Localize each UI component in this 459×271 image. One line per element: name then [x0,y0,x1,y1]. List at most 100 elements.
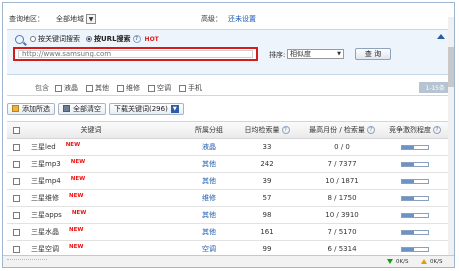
clear-all-button[interactable]: 全部清空 [58,102,106,115]
mode-keyword-option[interactable]: 按关键词搜索 [30,34,80,44]
avg-cell: 161 [260,228,274,236]
row-checkbox[interactable] [13,211,20,219]
keyword-tool-window: 查询地区： 全部地域 ▼ 高级： 还未设置 按关键词搜索 按URL搜索 ? HO… [2,2,455,268]
select-all-checkbox[interactable] [13,126,20,134]
group-link[interactable]: 其他 [202,176,216,186]
status-grip [7,259,47,264]
region-select[interactable]: 全部地域 ▼ [56,14,96,24]
help-icon[interactable]: ? [132,35,141,43]
avg-cell: 57 [262,194,272,202]
query-button[interactable]: 查 询 [355,48,391,60]
keyword-text: 三星led [31,143,56,151]
max-cell: 7 / 7377 [327,160,357,168]
download-label: 下载关键词(296) [114,104,168,113]
new-badge: NEW [69,227,84,233]
sort-select[interactable]: 相似度 ▼ [287,49,344,59]
group-cell: 其他 [179,173,239,189]
table-header: 关键词 所属分组 日均检索量? 最高月份 / 检索量? 竞争激烈程度? [7,121,453,139]
row-checkbox[interactable] [13,177,20,185]
checkbox[interactable] [179,84,186,92]
filter-option-label: 液晶 [64,84,78,92]
group-link[interactable]: 其他 [202,227,216,237]
table-row[interactable]: 三星apps NEW 其他 98 10 / 3910 [7,207,453,224]
competition-bar [401,178,429,184]
mode-url-option[interactable]: 按URL搜索 ? HOT [86,34,159,44]
table-row[interactable]: 三星led NEW 液晶 33 0 / 0 [7,139,453,156]
search-icon [15,34,24,44]
region-value: 全部地域 [56,15,84,23]
add-folder-icon [12,105,19,112]
filter-option-label: 空调 [157,84,171,92]
row-check-cell [13,139,23,155]
row-check-cell [13,156,23,172]
filter-option[interactable]: 其他 [86,83,109,93]
add-selected-button[interactable]: 添加所选 [7,102,55,115]
advanced-link[interactable]: 还未设置 [228,14,256,24]
table-row[interactable]: 三星mp3 NEW 其他 242 7 / 7377 [7,156,453,173]
clear-icon [63,105,70,112]
scroll-thumb[interactable] [448,47,454,87]
chevron-down-icon[interactable]: ▼ [170,104,179,113]
include-label: 包含 [35,84,49,92]
download-arrow-icon [387,259,393,264]
include-filter-row: 包含 液晶 其他 维修 空调 手机 1-15条 [7,81,453,96]
group-link[interactable]: 液晶 [202,142,216,152]
radio-keyword[interactable] [30,36,36,42]
competition-cell [377,190,453,206]
chevron-down-icon[interactable]: ▼ [86,14,96,24]
checkbox[interactable] [86,84,93,92]
url-input-highlight [13,47,258,61]
table-body: 三星led NEW 液晶 33 0 / 0 三星mp3 NEW 其他 242 7 / 7377 三星… [7,139,453,267]
radio-url[interactable] [86,36,92,42]
mode-keyword-label: 按关键词搜索 [38,35,80,43]
competition-fill [402,247,414,251]
row-checkbox[interactable] [13,245,20,253]
help-icon[interactable]: ? [366,126,375,134]
group-link[interactable]: 维修 [202,193,216,203]
new-badge: NEW [69,244,84,250]
competition-cell [377,207,453,223]
max-cell: 7 / 5170 [327,228,357,236]
help-icon[interactable]: ? [433,126,441,134]
keyword-table: 关键词 所属分组 日均检索量? 最高月份 / 检索量? 竞争激烈程度? 三星le… [7,121,453,267]
checkbox[interactable] [117,84,124,92]
row-checkbox[interactable] [13,194,20,202]
competition-bar [401,195,429,201]
pager-badge: 1-15条 [419,82,451,93]
filter-option[interactable]: 手机 [179,83,202,93]
keyword-cell: 三星apps NEW [31,207,181,223]
competition-fill [402,162,414,166]
download-speed: 0K/S [387,258,408,265]
group-link[interactable]: 其他 [202,210,216,220]
download-keywords-button[interactable]: 下载关键词(296) ▼ [109,102,184,115]
row-checkbox[interactable] [13,228,20,236]
table-row[interactable]: 三星mp4 NEW 其他 39 10 / 1871 [7,173,453,190]
filter-option[interactable]: 维修 [117,83,140,93]
group-link[interactable]: 其他 [202,159,216,169]
checkbox[interactable] [148,84,155,92]
header-group: 所属分组 [195,126,223,134]
row-checkbox[interactable] [13,143,20,151]
search-panel: 按关键词搜索 按URL搜索 ? HOT 排序: 相似度 ▼ 查 询 [7,29,453,75]
row-checkbox[interactable] [13,160,20,168]
header-max-label: 最高月份 / 检索量 [309,126,365,134]
table-row[interactable]: 三星水晶 NEW 其他 161 7 / 5170 [7,224,453,241]
max-cell: 10 / 1871 [325,177,359,185]
collapse-triangle-icon[interactable] [437,34,445,39]
row-check-cell [13,224,23,240]
group-cell: 其他 [179,207,239,223]
competition-cell [377,156,453,172]
group-link[interactable]: 空调 [202,244,216,254]
filter-option[interactable]: 空调 [148,83,171,93]
vertical-scrollbar[interactable] [448,17,454,257]
table-row[interactable]: 三星维修 NEW 维修 57 8 / 1750 [7,190,453,207]
group-cell: 其他 [179,156,239,172]
url-input[interactable] [18,50,253,58]
checkbox[interactable] [55,84,62,92]
row-check-cell [13,207,23,223]
filter-option[interactable]: 液晶 [55,83,78,93]
keyword-text: 三星空调 [31,245,59,253]
new-badge: NEW [70,159,86,165]
row-check-cell [13,190,23,206]
help-icon[interactable]: ? [281,126,290,134]
